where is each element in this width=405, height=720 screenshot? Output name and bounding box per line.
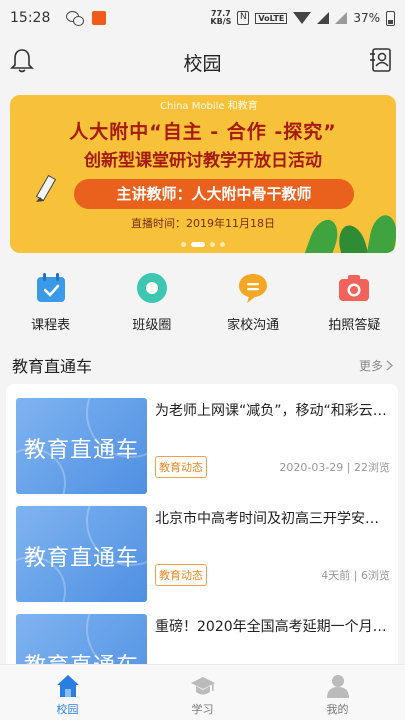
bottom-tab-bar: 校园 学习 我的 bbox=[0, 664, 405, 720]
article-meta: 2020-03-29 | 22浏览 bbox=[279, 461, 390, 474]
page-title: 校园 bbox=[183, 52, 222, 75]
list-item[interactable]: 教育直通车 重磅！2020年全国高考延期一个月… bbox=[6, 600, 398, 664]
status-bar: 15:28 77.7 KB/S N VoLTE 37% bbox=[0, 0, 405, 36]
article-meta: 4天前 | 6浏览 bbox=[321, 569, 390, 582]
thumbnail-text: 教育直通车 bbox=[23, 438, 139, 463]
graduation-cap-icon bbox=[190, 677, 215, 695]
banner-date: 直播时间：2019年11月18日 bbox=[131, 217, 275, 230]
shortcut-home-school-chat[interactable]: 家校沟通 bbox=[203, 272, 304, 342]
shortcut-photo-qa[interactable]: 拍照答疑 bbox=[304, 272, 405, 342]
carousel-dot[interactable] bbox=[181, 242, 186, 247]
banner-speaker: 主讲教师：人大附中骨干教师 bbox=[74, 179, 354, 209]
carousel-dot-active[interactable] bbox=[191, 242, 205, 247]
article-thumbnail: 教育直通车 bbox=[16, 614, 147, 664]
volte-icon: VoLTE bbox=[255, 12, 288, 24]
banner-carousel[interactable]: China Mobile 和教育 人大附中“自主 - 合作 -探究” 创新型课堂… bbox=[10, 95, 396, 253]
article-thumbnail: 教育直通车 bbox=[16, 506, 147, 602]
tab-label: 我的 bbox=[326, 703, 349, 716]
banner-headline: 人大附中“自主 - 合作 -探究” bbox=[69, 121, 337, 143]
list-item[interactable]: 教育直通车 为老师上网课“减负”，移动“和彩云… 教育动态 2020-03-29… bbox=[6, 384, 398, 494]
more-label: 更多 bbox=[358, 358, 383, 373]
article-tag: 教育动态 bbox=[155, 456, 207, 478]
article-tag: 教育动态 bbox=[155, 564, 207, 586]
net-speed: 77.7 KB/S bbox=[210, 10, 231, 26]
chat-bubble-icon bbox=[239, 274, 268, 303]
signal-icon bbox=[317, 12, 330, 24]
tab-study[interactable]: 学习 bbox=[135, 665, 270, 720]
battery-icon bbox=[386, 10, 395, 26]
thumbnail-text: 教育直通车 bbox=[23, 546, 139, 571]
shortcut-label: 班级圈 bbox=[132, 318, 172, 333]
article-title: 北京市中高考时间及初高三开学安… bbox=[155, 511, 379, 527]
camera-icon bbox=[339, 275, 370, 301]
shortcut-label: 课程表 bbox=[31, 318, 71, 333]
bell-icon[interactable] bbox=[10, 48, 34, 74]
shortcut-label: 家校沟通 bbox=[227, 318, 280, 333]
carousel-indicator bbox=[10, 242, 396, 247]
tab-campus[interactable]: 校园 bbox=[0, 665, 135, 720]
article-list: 教育直通车 为老师上网课“减负”，移动“和彩云… 教育动态 2020-03-29… bbox=[6, 384, 398, 664]
more-link[interactable]: 更多 bbox=[359, 357, 393, 374]
tab-me[interactable]: 我的 bbox=[270, 665, 405, 720]
thumbnail-text: 教育直通车 bbox=[16, 648, 147, 664]
battery-percent: 37% bbox=[353, 11, 380, 25]
nfc-icon: N bbox=[237, 11, 250, 25]
signal-2-icon bbox=[335, 12, 348, 24]
pencil-icon bbox=[35, 174, 57, 202]
shortcut-label: 拍照答疑 bbox=[328, 318, 381, 333]
tab-label: 校园 bbox=[56, 703, 79, 716]
calendar-icon bbox=[36, 273, 65, 302]
shortcut-class-circle[interactable]: 班级圈 bbox=[101, 272, 202, 342]
status-time: 15:28 bbox=[10, 10, 51, 26]
section-title: 教育直通车 bbox=[12, 357, 93, 376]
section-header: 教育直通车 更多 bbox=[0, 350, 405, 380]
net-speed-unit: KB/S bbox=[210, 17, 232, 26]
wifi-icon bbox=[293, 12, 312, 24]
wechat-icon bbox=[66, 11, 85, 26]
contacts-icon[interactable] bbox=[370, 48, 392, 72]
shortcut-grid: 课程表 班级圈 家校沟通 拍照答疑 bbox=[0, 272, 405, 342]
article-thumbnail: 教育直通车 bbox=[16, 398, 147, 494]
app-notification-icon bbox=[92, 11, 107, 25]
shortcut-schedule[interactable]: 课程表 bbox=[0, 272, 101, 342]
banner-subheadline: 创新型课堂研讨教学开放日活动 bbox=[84, 151, 322, 171]
carousel-dot[interactable] bbox=[210, 242, 215, 247]
tab-label: 学习 bbox=[191, 703, 214, 716]
house-icon bbox=[56, 675, 79, 697]
article-title: 为老师上网课“减负”，移动“和彩云… bbox=[155, 403, 387, 419]
app-header: 校园 bbox=[0, 36, 405, 88]
chevron-right-icon bbox=[386, 359, 393, 371]
carousel-dot[interactable] bbox=[220, 242, 225, 247]
article-title: 重磅！2020年全国高考延期一个月… bbox=[155, 619, 387, 635]
circle-icon bbox=[136, 273, 167, 303]
list-item[interactable]: 教育直通车 北京市中高考时间及初高三开学安… 教育动态 4天前 | 6浏览 bbox=[6, 492, 398, 602]
user-icon bbox=[326, 675, 349, 698]
banner-logo: China Mobile 和教育 bbox=[160, 101, 258, 112]
